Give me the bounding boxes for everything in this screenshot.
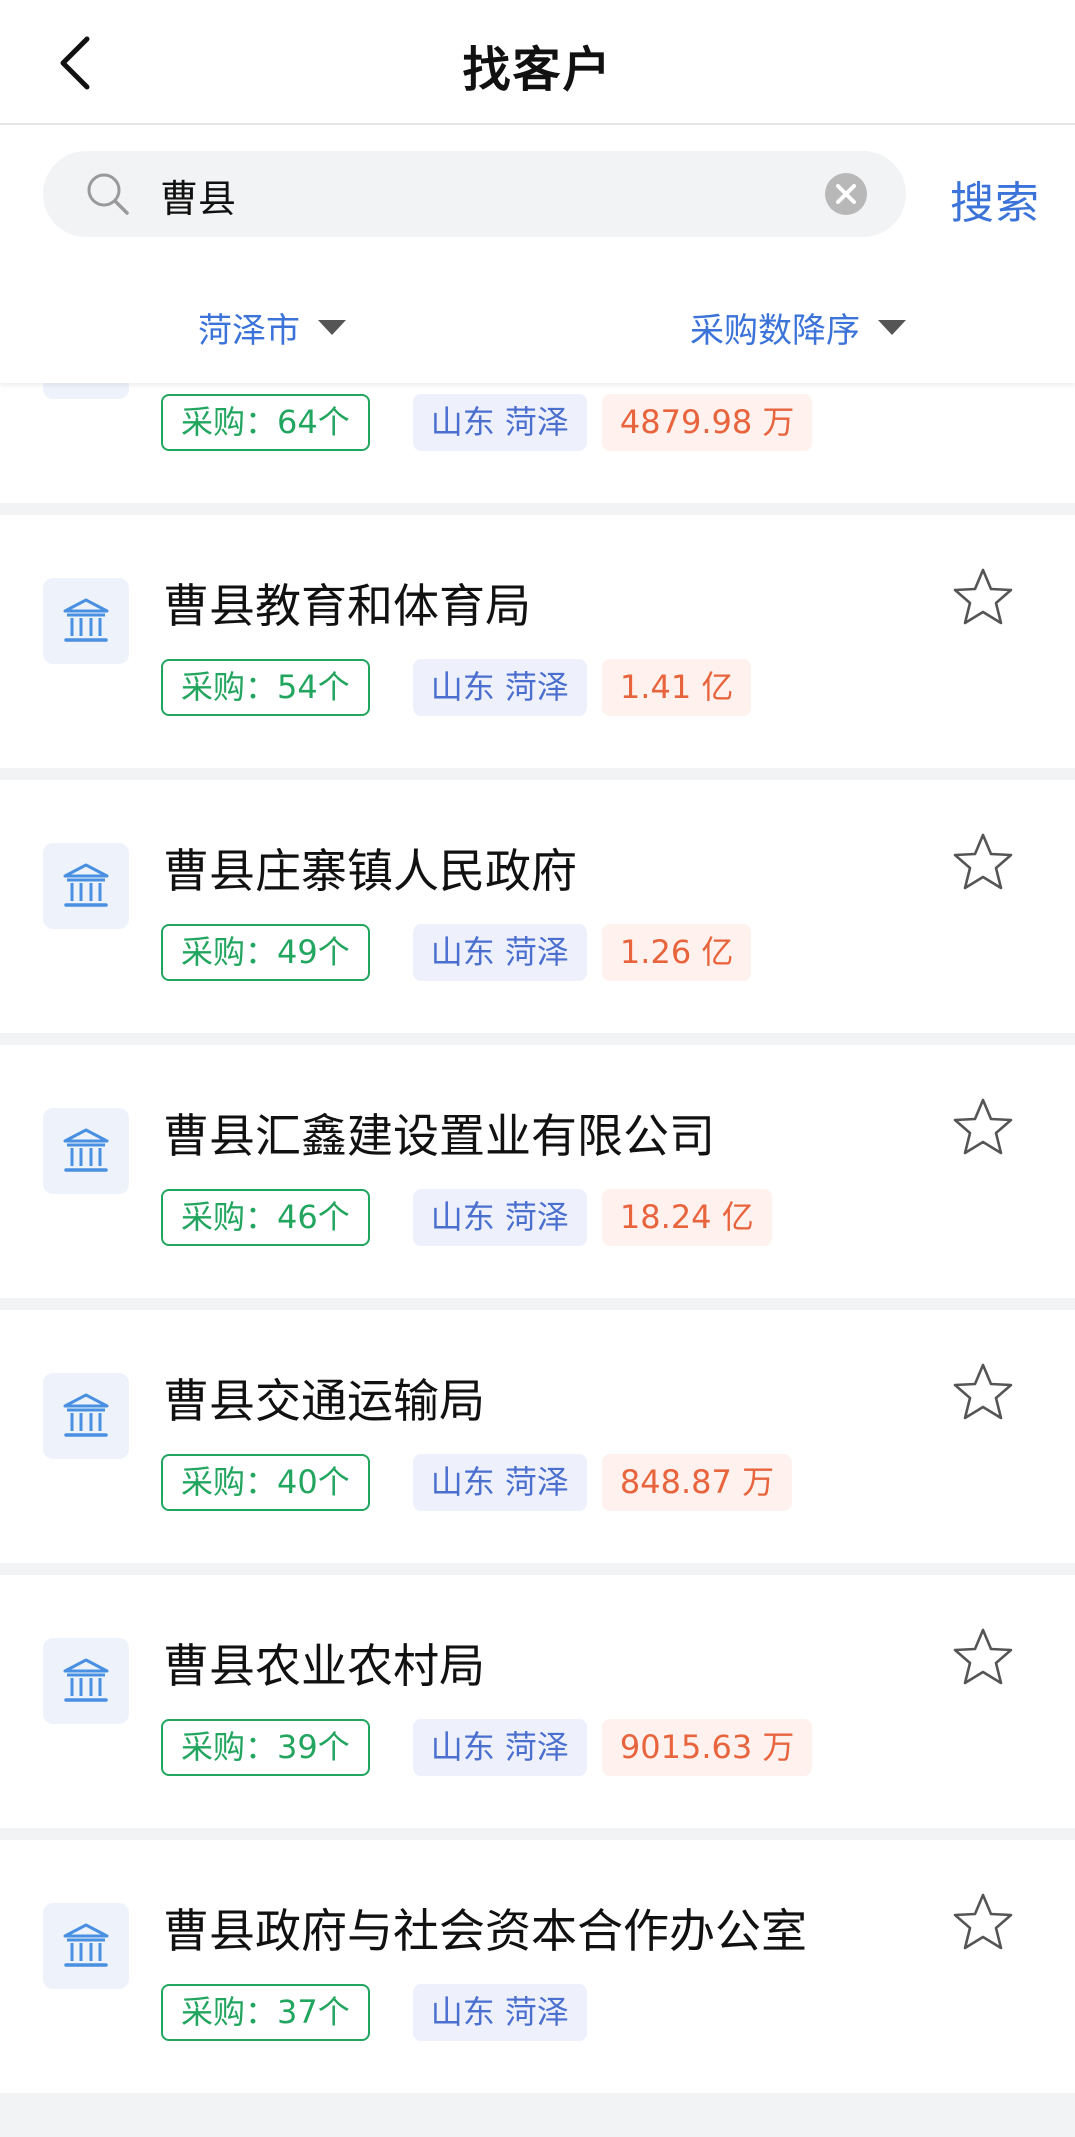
customer-tags: 采购：46个 山东 菏泽 18.24 亿 xyxy=(161,1189,772,1246)
customer-name: 曹县汇鑫建设置业有限公司 xyxy=(163,1109,715,1163)
search-bar: 搜索 xyxy=(0,125,1075,265)
star-icon[interactable] xyxy=(950,830,1016,896)
amount-badge: 9015.63 万 xyxy=(601,1719,813,1776)
amount-badge: 18.24 亿 xyxy=(601,1189,772,1246)
customer-list-content: 曹县教育局 采购：64个 山东 菏泽 4879.98 万 曹县教育和体育局 xyxy=(0,383,1075,2105)
customer-tags: 采购：64个 山东 菏泽 4879.98 万 xyxy=(161,394,813,451)
customer-name: 曹县庄寨镇人民政府 xyxy=(163,844,577,898)
customer-card[interactable]: 曹县教育局 采购：64个 山东 菏泽 4879.98 万 xyxy=(0,383,1075,503)
region-badge: 山东 菏泽 xyxy=(412,1189,587,1246)
institution-icon xyxy=(63,1393,109,1437)
amount-badge: 1.41 亿 xyxy=(601,659,752,716)
star-icon[interactable] xyxy=(950,1625,1016,1691)
customer-card[interactable]: 曹县教育和体育局 采购：54个 山东 菏泽 1.41 亿 xyxy=(0,515,1075,768)
org-icon-wrap xyxy=(43,1108,129,1194)
purchase-count-badge: 采购：37个 xyxy=(161,1984,370,2041)
city-filter-label: 菏泽市 xyxy=(198,311,300,351)
app-header: 找客户 xyxy=(0,0,1075,125)
purchase-count-badge: 采购：49个 xyxy=(161,924,370,981)
city-filter[interactable]: 菏泽市 xyxy=(198,303,346,352)
star-icon[interactable] xyxy=(950,1890,1016,1956)
customer-card[interactable]: 曹县汇鑫建设置业有限公司 采购：46个 山东 菏泽 18.24 亿 xyxy=(0,1045,1075,1298)
customer-name: 曹县交通运输局 xyxy=(163,1374,485,1428)
customer-tags: 采购：54个 山东 菏泽 1.41 亿 xyxy=(161,659,752,716)
filter-bar: 菏泽市 采购数降序 xyxy=(0,265,1075,383)
customer-tags: 采购：39个 山东 菏泽 9015.63 万 xyxy=(161,1719,813,1776)
search-button[interactable]: 搜索 xyxy=(950,167,1040,231)
region-badge: 山东 菏泽 xyxy=(412,1454,587,1511)
star-icon[interactable] xyxy=(950,1095,1016,1161)
customer-card[interactable]: 曹县农业农村局 采购：39个 山东 菏泽 9015.63 万 xyxy=(0,1575,1075,1828)
customer-tags: 采购：40个 山东 菏泽 848.87 万 xyxy=(161,1454,793,1511)
org-icon-wrap xyxy=(43,843,129,929)
sort-filter[interactable]: 采购数降序 xyxy=(690,303,906,352)
region-badge: 山东 菏泽 xyxy=(412,1719,587,1776)
customer-list[interactable]: 曹县教育局 采购：64个 山东 菏泽 4879.98 万 曹县教育和体育局 xyxy=(0,383,1075,2137)
sort-filter-label: 采购数降序 xyxy=(690,311,860,351)
page-title: 找客户 xyxy=(462,42,613,98)
institution-icon xyxy=(63,1128,109,1172)
institution-icon xyxy=(63,1923,109,1967)
org-icon-wrap xyxy=(43,1903,129,1989)
customer-tags: 采购：37个 山东 菏泽 xyxy=(161,1984,602,2041)
amount-badge: 1.26 亿 xyxy=(601,924,752,981)
search-input[interactable] xyxy=(158,151,842,239)
institution-icon xyxy=(63,598,109,642)
institution-icon xyxy=(63,1658,109,1702)
caret-down-icon xyxy=(318,320,346,335)
customer-card[interactable]: 曹县庄寨镇人民政府 采购：49个 山东 菏泽 1.26 亿 xyxy=(0,780,1075,1033)
customer-card[interactable]: 曹县交通运输局 采购：40个 山东 菏泽 848.87 万 xyxy=(0,1310,1075,1563)
caret-down-icon xyxy=(878,320,906,335)
org-icon-wrap xyxy=(43,578,129,664)
search-icon xyxy=(87,173,129,215)
purchase-count-badge: 采购：54个 xyxy=(161,659,370,716)
org-icon-wrap xyxy=(43,383,129,399)
amount-badge: 4879.98 万 xyxy=(601,394,813,451)
customer-name: 曹县教育和体育局 xyxy=(163,579,531,633)
star-icon[interactable] xyxy=(950,565,1016,631)
star-icon[interactable] xyxy=(950,1360,1016,1426)
amount-badge: 848.87 万 xyxy=(601,1454,793,1511)
purchase-count-badge: 采购：46个 xyxy=(161,1189,370,1246)
org-icon-wrap xyxy=(43,1373,129,1459)
region-badge: 山东 菏泽 xyxy=(412,659,587,716)
region-badge: 山东 菏泽 xyxy=(412,924,587,981)
clear-icon[interactable] xyxy=(823,171,869,217)
customer-card[interactable]: 曹县政府与社会资本合作办公室 采购：37个 山东 菏泽 xyxy=(0,1840,1075,2093)
customer-name: 曹县农业农村局 xyxy=(163,1639,485,1693)
purchase-count-badge: 采购：39个 xyxy=(161,1719,370,1776)
region-badge: 山东 菏泽 xyxy=(412,394,587,451)
customer-tags: 采购：49个 山东 菏泽 1.26 亿 xyxy=(161,924,752,981)
purchase-count-badge: 采购：40个 xyxy=(161,1454,370,1511)
institution-icon xyxy=(63,863,109,907)
purchase-count-badge: 采购：64个 xyxy=(161,394,370,451)
region-badge: 山东 菏泽 xyxy=(412,1984,587,2041)
customer-name: 曹县政府与社会资本合作办公室 xyxy=(163,1904,807,1958)
org-icon-wrap xyxy=(43,1638,129,1724)
search-box[interactable] xyxy=(43,151,906,239)
